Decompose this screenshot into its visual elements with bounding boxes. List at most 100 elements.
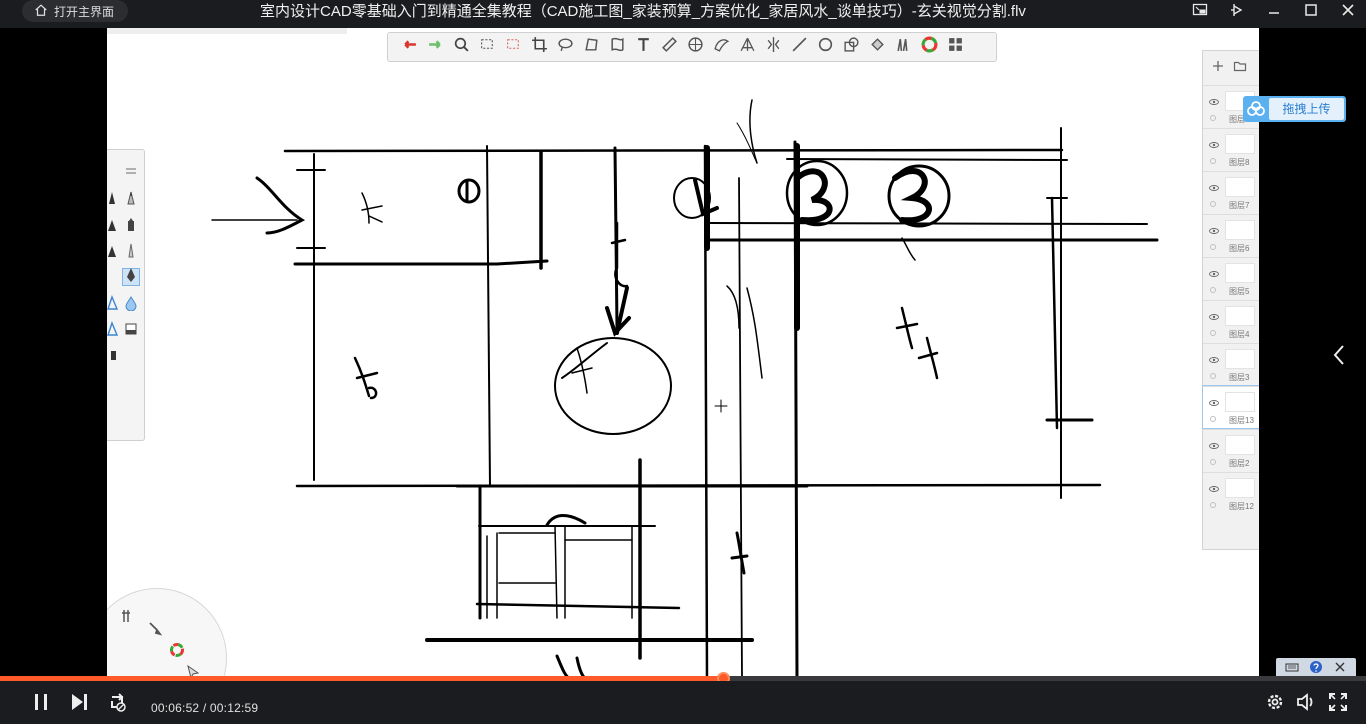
- ellipse-guide-icon: [687, 36, 704, 58]
- pin-on-top-button[interactable]: [1218, 0, 1255, 24]
- layer-select-dot[interactable]: [1210, 373, 1216, 379]
- layer-row[interactable]: 图层3: [1203, 343, 1259, 385]
- radial-brush-button[interactable]: [118, 609, 136, 627]
- layer-select-dot[interactable]: [1210, 459, 1216, 465]
- layer-row[interactable]: 图层2: [1203, 429, 1259, 471]
- perspective-button[interactable]: [736, 36, 758, 58]
- brush-slot-left-6[interactable]: [107, 320, 119, 340]
- layer-row[interactable]: 图层6: [1203, 214, 1259, 256]
- visibility-eye-icon[interactable]: [1209, 307, 1219, 320]
- layer-name: 图层7: [1229, 201, 1250, 210]
- layer-select-dot[interactable]: [1210, 201, 1216, 207]
- french-curve-button[interactable]: [710, 36, 732, 58]
- fill-button[interactable]: [866, 36, 888, 58]
- layer-row[interactable]: 图层5: [1203, 257, 1259, 299]
- visibility-eye-icon[interactable]: [1209, 350, 1219, 363]
- layer-select-dot[interactable]: [1210, 330, 1216, 336]
- visibility-eye-icon[interactable]: [1209, 393, 1219, 406]
- layer-name: 图层2: [1229, 459, 1250, 468]
- brush-slot-left-2[interactable]: [107, 218, 119, 236]
- brush-slot-left-5[interactable]: [107, 294, 119, 314]
- ruler-button[interactable]: [658, 36, 680, 58]
- text-tool-button[interactable]: [632, 36, 654, 58]
- redo-button[interactable]: [424, 36, 446, 58]
- open-main-interface-button[interactable]: 打开主界面: [22, 0, 129, 22]
- picture-in-picture-button[interactable]: [1181, 0, 1218, 24]
- layer-row[interactable]: 图层13: [1202, 385, 1259, 429]
- ellipse-guide-button[interactable]: [684, 36, 706, 58]
- layer-row[interactable]: 图层12: [1203, 472, 1259, 514]
- keyboard-button[interactable]: [1284, 661, 1300, 677]
- brush-slot-left-7[interactable]: [107, 348, 119, 366]
- plus-icon: [1211, 60, 1225, 77]
- pencil-brush-button[interactable]: [122, 191, 140, 210]
- next-button[interactable]: [66, 691, 92, 717]
- window-controls: [1181, 0, 1366, 24]
- radial-paintbrush-button[interactable]: [146, 621, 164, 639]
- layer-select-dot[interactable]: [1210, 158, 1216, 164]
- warp-button[interactable]: [606, 36, 628, 58]
- brush-slot-left-1[interactable]: [107, 191, 119, 210]
- layer-thumbnail: [1225, 349, 1255, 369]
- layer-select-dot[interactable]: [1210, 287, 1216, 293]
- symmetry-button[interactable]: [762, 36, 784, 58]
- visibility-eye-icon[interactable]: [1209, 221, 1219, 234]
- eraser-button[interactable]: [122, 322, 140, 340]
- layers-grid-icon: [947, 36, 964, 58]
- shape-button[interactable]: [840, 36, 862, 58]
- select-clear-button[interactable]: [502, 36, 524, 58]
- pause-button[interactable]: [28, 691, 54, 717]
- undo-button[interactable]: [398, 36, 420, 58]
- maximize-button[interactable]: [1292, 0, 1329, 24]
- layer-select-dot[interactable]: [1210, 244, 1216, 250]
- airbrush-button[interactable]: [122, 243, 140, 262]
- layer-row[interactable]: 图层8: [1203, 128, 1259, 170]
- sidebar-toggle-button[interactable]: [1329, 342, 1349, 368]
- blender-brush-button[interactable]: [122, 295, 140, 314]
- eraser-icon: [123, 321, 139, 342]
- loop-button[interactable]: [104, 691, 130, 717]
- help-button[interactable]: [1308, 660, 1324, 677]
- time-display: 00:06:52 / 00:12:59: [151, 701, 259, 715]
- add-layer-button[interactable]: [1211, 59, 1225, 73]
- marker-brush-button[interactable]: [122, 217, 140, 236]
- visibility-eye-icon[interactable]: [1209, 264, 1219, 277]
- stroke-line-button[interactable]: [788, 36, 810, 58]
- layer-editor-button[interactable]: [944, 36, 966, 58]
- lasso-button[interactable]: [554, 36, 576, 58]
- visibility-eye-icon[interactable]: [1209, 479, 1219, 492]
- video-area[interactable]: 图层9 图层8 图层7 图层6 图层5 图层4 图层3 图层13 图层2 图层12 拖拽上传: [0, 28, 1366, 678]
- add-layer-group-button[interactable]: [1233, 59, 1247, 73]
- brush-library-button[interactable]: [892, 36, 914, 58]
- radial-color-button[interactable]: [168, 642, 186, 661]
- layer-row[interactable]: 图层4: [1203, 300, 1259, 342]
- folder-icon: [1233, 60, 1247, 77]
- visibility-eye-icon[interactable]: [1209, 178, 1219, 191]
- close-button[interactable]: [1329, 0, 1366, 24]
- color-wheel-button[interactable]: [918, 36, 940, 58]
- visibility-eye-icon[interactable]: [1209, 436, 1219, 449]
- visibility-eye-icon[interactable]: [1209, 92, 1219, 105]
- brush-panel-menu-button[interactable]: [122, 164, 140, 182]
- transform-button[interactable]: [580, 36, 602, 58]
- brush-slot-left-3[interactable]: [107, 244, 119, 262]
- ink-pen-brush-button[interactable]: [122, 267, 140, 288]
- minimize-button[interactable]: [1255, 0, 1292, 24]
- layer-select-dot[interactable]: [1210, 115, 1216, 121]
- volume-button[interactable]: [1293, 691, 1319, 717]
- stroke-ellipse-button[interactable]: [814, 36, 836, 58]
- zoom-button[interactable]: [450, 36, 472, 58]
- visibility-eye-icon[interactable]: [1209, 135, 1219, 148]
- rect-select-button[interactable]: [476, 36, 498, 58]
- drag-upload-button[interactable]: 拖拽上传: [1243, 96, 1346, 122]
- layer-select-dot[interactable]: [1210, 502, 1216, 508]
- pen-nib-icon: [123, 267, 139, 288]
- layer-select-dot[interactable]: [1210, 416, 1216, 422]
- settings-button[interactable]: [1262, 691, 1288, 717]
- fullscreen-button[interactable]: [1325, 691, 1351, 717]
- tray-close-button[interactable]: [1332, 661, 1348, 677]
- layer-row[interactable]: 图层7: [1203, 171, 1259, 213]
- crop-button[interactable]: [528, 36, 550, 58]
- chevron-left-icon: [1329, 345, 1349, 372]
- brush-library-icon: [895, 36, 912, 58]
